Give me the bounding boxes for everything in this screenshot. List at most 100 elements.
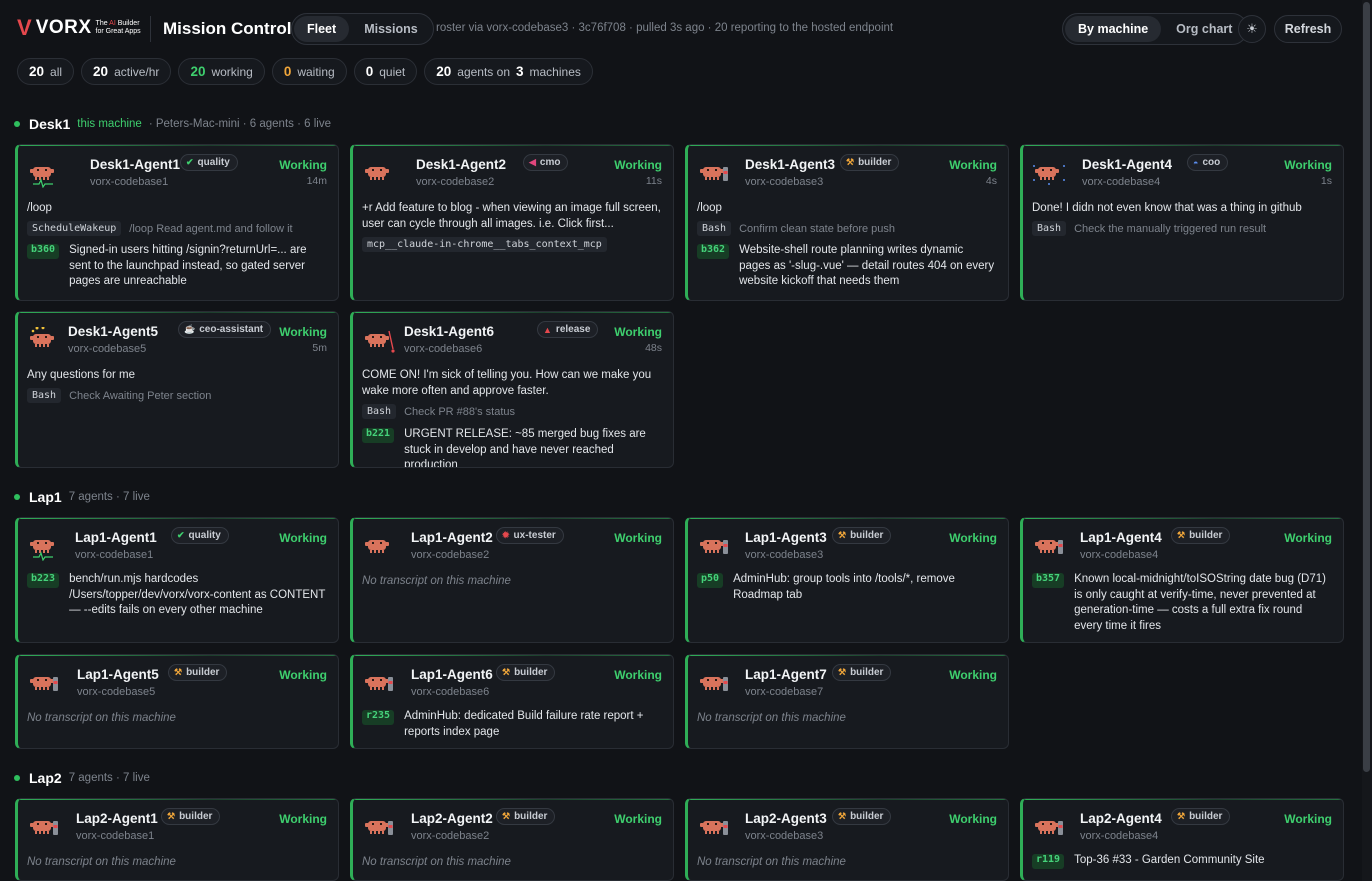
agent-card[interactable]: Lap2-Agent2 ⚒ builder vorx-codebase2 Work… [350, 798, 674, 881]
agent-card[interactable]: Desk1-Agent5 ☕ ceo-assistant vorx-codebas… [15, 311, 339, 468]
task-row[interactable]: b360 Signed-in users hitting /signin?retu… [27, 243, 327, 290]
view-org-chart[interactable]: Org chart [1163, 16, 1245, 42]
stat-pill-waiting[interactable]: 0 waiting [271, 58, 347, 85]
empty-transcript-note: No transcript on this machine [27, 856, 176, 868]
machine-name: Lap1 [29, 489, 62, 505]
task-row[interactable]: b357 Known local-midnight/toISOString dat… [1032, 572, 1332, 634]
role-badge: ◓ coo [1187, 154, 1229, 171]
role-badge: ⚒ builder [1171, 808, 1231, 825]
agent-repo: vorx-codebase1 [75, 549, 154, 561]
agent-card[interactable]: Lap2-Agent1 ⚒ builder vorx-codebase1 Work… [15, 798, 339, 881]
machine-name: Lap2 [29, 770, 62, 786]
agent-card[interactable]: Lap1-Agent1 ✔ quality vorx-codebase1 Work… [15, 517, 339, 643]
agent-card[interactable]: Desk1-Agent3 ⚒ builder vorx-codebase3 Wor… [685, 144, 1009, 301]
agent-card[interactable]: Lap1-Agent4 ⚒ builder vorx-codebase4 Work… [1020, 517, 1344, 643]
task-row[interactable]: b362 Website-shell route planning writes … [697, 243, 997, 290]
role-badge: ⚒ builder [832, 527, 892, 544]
status-label: Working [1284, 812, 1332, 826]
theme-toggle-sun-icon[interactable]: ☀ [1238, 15, 1266, 43]
agent-card[interactable]: Lap1-Agent6 ⚒ builder vorx-codebase6 Work… [350, 654, 674, 749]
agent-card[interactable]: Lap1-Agent2 ✹ ux-tester vorx-codebase2 Wo… [350, 517, 674, 643]
role-label: builder [186, 667, 220, 678]
agent-card[interactable]: Desk1-Agent6 ▲ release vorx-codebase6 Wor… [350, 311, 674, 468]
hammer-icon: ⚒ [838, 530, 847, 540]
machine-header-desk1[interactable]: Desk1 this machine · Peters-Mac-mini · 6… [14, 116, 331, 132]
vorx-logo[interactable]: V VORX The AI Builder for Great Apps [17, 17, 144, 39]
hardhat-icon: ◓ [1193, 157, 1199, 168]
hammer-icon: ⚒ [838, 811, 847, 821]
task-row[interactable]: b221 URGENT RELEASE: ~85 merged bug fixes… [362, 427, 662, 468]
agent-repo: vorx-codebase5 [68, 343, 147, 355]
role-badge: ⚒ builder [840, 154, 900, 171]
role-label: builder [850, 530, 884, 541]
role-label: builder [514, 811, 548, 822]
agent-repo: vorx-codebase3 [745, 176, 824, 188]
role-badge: ☕ ceo-assistant [178, 321, 272, 338]
agent-card[interactable]: Desk1-Agent1 ✔ quality vorx-codebase1 Wor… [15, 144, 339, 301]
stat-count: 20 [93, 64, 109, 79]
agent-repo: vorx-codebase4 [1082, 176, 1161, 188]
stat-pill-active-hr[interactable]: 20 active/hr [81, 58, 172, 85]
tool-chip: mcp__claude-in-chrome__tabs_context_mcp [362, 237, 607, 252]
stat-count: 20 [29, 64, 45, 79]
crab-avatar-icon [697, 814, 731, 842]
agent-name: Desk1-Agent2 [416, 157, 507, 172]
agent-card[interactable]: Desk1-Agent4 ◓ coo vorx-codebase4 Working… [1020, 144, 1344, 301]
agent-card[interactable]: Lap2-Agent3 ⚒ builder vorx-codebase3 Work… [685, 798, 1009, 881]
tool-description: Confirm clean state before push [739, 222, 896, 235]
page-title: Mission Control [163, 19, 292, 38]
live-dot [14, 494, 20, 500]
crab-avatar-icon [27, 814, 61, 842]
agent-card[interactable]: Lap1-Agent3 ⚒ builder vorx-codebase3 Work… [685, 517, 1009, 643]
tool-chip: Bash [27, 388, 62, 403]
agent-card[interactable]: Desk1-Agent2 ◀ cmo vorx-codebase2 Working… [350, 144, 674, 301]
role-label: builder [858, 157, 892, 168]
status-label: Working [614, 531, 662, 545]
tool-description: Check Awaiting Peter section [69, 389, 212, 402]
tab-missions[interactable]: Missions [351, 16, 431, 42]
crab-avatar-icon [697, 670, 731, 698]
task-row[interactable]: b223 bench/run.mjs hardcodes /Users/toppe… [27, 572, 327, 619]
task-row[interactable]: r119 Top-36 #33 - Garden Community Site [1032, 853, 1332, 869]
task-id-badge: r235 [362, 710, 395, 725]
stat-pill-quiet[interactable]: 0 quiet [353, 58, 418, 85]
refresh-button[interactable]: Refresh [1274, 15, 1342, 43]
last-activity-age: 48s [645, 342, 662, 354]
tool-call: ScheduleWakeup/loop Read agent.md and fo… [27, 221, 329, 236]
task-title: URGENT RELEASE: ~85 merged bug fixes are… [404, 428, 646, 468]
crab-avatar-icon [362, 160, 396, 188]
crab-avatar-icon [27, 326, 61, 355]
role-label: builder [850, 811, 884, 822]
agent-name: Desk1-Agent3 [745, 157, 836, 172]
agent-card[interactable]: Lap1-Agent5 ⚒ builder vorx-codebase5 Work… [15, 654, 339, 749]
stat-pill-working[interactable]: 20 working [178, 58, 265, 85]
task-row[interactable]: r235 AdminHub: dedicated Build failure ra… [362, 709, 662, 740]
agent-name: Desk1-Agent4 [1082, 157, 1173, 172]
stat-pill-all[interactable]: 20 all [17, 58, 75, 85]
scrollbar-thumb[interactable] [1363, 2, 1370, 772]
status-label: Working [279, 325, 327, 339]
agent-card[interactable]: Lap2-Agent4 ⚒ builder vorx-codebase4 Work… [1020, 798, 1344, 881]
header-divider [150, 16, 151, 42]
agent-repo: vorx-codebase3 [745, 830, 824, 842]
role-label: release [555, 324, 591, 335]
agent-name: Lap2-Agent3 [745, 811, 827, 826]
last-activity-age: 4s [985, 175, 997, 187]
crab-avatar-icon [27, 670, 61, 698]
hammer-icon: ⚒ [502, 667, 511, 677]
agent-card[interactable]: Lap1-Agent7 ⚒ builder vorx-codebase7 Work… [685, 654, 1009, 749]
agent-repo: vorx-codebase2 [411, 830, 490, 842]
stat-pill-machines[interactable]: 20 agents on 3 machines [424, 58, 593, 85]
task-row[interactable]: p50 AdminHub: group tools into /tools/*, … [697, 572, 997, 603]
machine-header-lap2[interactable]: Lap2 7 agents · 7 live [14, 770, 150, 786]
machine-header-lap1[interactable]: Lap1 7 agents · 7 live [14, 489, 150, 505]
hammer-icon: ⚒ [1177, 530, 1186, 540]
empty-transcript-note: No transcript on this machine [697, 712, 846, 724]
tab-fleet[interactable]: Fleet [294, 16, 350, 42]
hammer-icon: ⚒ [1177, 811, 1186, 821]
view-by-machine[interactable]: By machine [1065, 16, 1162, 42]
status-label: Working [1284, 158, 1332, 172]
task-id-badge: r119 [1032, 854, 1065, 869]
status-label: Working [614, 325, 662, 339]
coffee-icon: ☕ [184, 324, 196, 334]
